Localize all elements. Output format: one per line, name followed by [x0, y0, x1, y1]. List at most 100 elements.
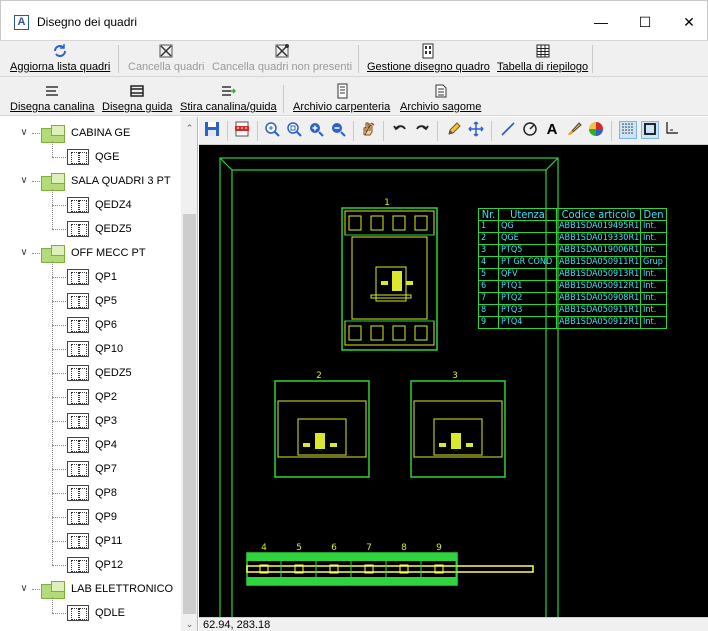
bom-table[interactable]: Nr. Utenza Codice articolo Den 1 QG ABB1SDA01…	[478, 208, 667, 329]
brush-icon[interactable]	[565, 121, 583, 139]
bom-cell: PTQ5	[498, 244, 557, 257]
tree-item-label: QP12	[95, 559, 124, 571]
bom-row[interactable]: 9 PTQ4 ABB1SDA050912R1 Int.	[478, 316, 667, 329]
tree-item-label: QP1	[95, 271, 118, 283]
bom-row[interactable]: 3 PTQ5 ABB1SDA019006R1 Int.	[478, 244, 667, 257]
pencil-icon[interactable]	[445, 121, 463, 139]
bom-cell: 8	[478, 304, 499, 317]
tree-item-panel[interactable]: QP1	[67, 267, 117, 287]
tree-expand-chevron[interactable]: ∨	[18, 127, 30, 139]
grid-toggle-icon[interactable]	[619, 121, 637, 139]
tree-item-panel[interactable]: QP4	[67, 435, 117, 455]
ortho-icon[interactable]	[663, 121, 681, 139]
tree-item-panel[interactable]: QDLE	[67, 603, 125, 623]
panel-icon	[67, 269, 89, 285]
archivio-carpenteria-button[interactable]: Archivio carpenteria	[293, 83, 390, 113]
cancella-quadri-button[interactable]: Cancella quadri	[128, 43, 204, 73]
din-rail[interactable]	[246, 552, 534, 586]
frame-toggle-icon[interactable]	[641, 121, 659, 139]
disegna-canalina-button[interactable]: Disegna canalina	[10, 83, 94, 113]
pdf-export-icon[interactable]	[233, 121, 251, 139]
tree-item-panel[interactable]: QP11	[67, 531, 122, 551]
tree-item-panel[interactable]: QP9	[67, 507, 117, 527]
disegna-guida-button[interactable]: Disegna guida	[102, 83, 172, 113]
scroll-thumb[interactable]	[183, 214, 196, 614]
rail-module-number: 8	[401, 543, 407, 553]
bom-header-cell: Codice articolo	[556, 208, 641, 221]
tree-expand-chevron[interactable]: ∨	[18, 175, 30, 187]
tree-group[interactable]: CABINA GE	[41, 123, 130, 143]
drawing-canvas[interactable]: 123 456789 Nr. Utenza Codice articolo Den 1…	[199, 145, 708, 617]
tree-expand-chevron[interactable]: ∨	[18, 247, 30, 259]
move-icon[interactable]	[467, 121, 485, 139]
breaker-1[interactable]	[341, 207, 438, 351]
zoom-window-icon[interactable]	[285, 121, 303, 139]
cabinet-icon	[422, 43, 434, 59]
pan-hand-icon[interactable]	[359, 121, 377, 139]
tree-group[interactable]: SALA QUADRI 3 PT	[41, 171, 171, 191]
aggiorna-lista-button[interactable]: Aggiorna lista quadri	[10, 43, 110, 73]
tree-item-label: QEDZ5	[95, 223, 132, 235]
bom-row[interactable]: 4 PT GR COND ABB1SDA050911R1 Grup	[478, 256, 667, 269]
bom-row[interactable]: 6 PTQ1 ABB1SDA050912R1 Int.	[478, 280, 667, 293]
tree-item-panel[interactable]: QEDZ4	[67, 195, 132, 215]
stira-canalina-button[interactable]: Stira canalina/guida	[180, 83, 277, 113]
bom-cell: ABB1SDA019330R1	[556, 232, 641, 245]
tree-item-panel[interactable]: QP5	[67, 291, 117, 311]
tree-expand-chevron[interactable]: ∨	[18, 583, 30, 595]
separator	[227, 121, 228, 141]
tree-item-panel[interactable]: QP7	[67, 459, 117, 479]
bom-cell: QGE	[498, 232, 557, 245]
maximize-button[interactable]: ☐	[623, 9, 667, 35]
breaker-2[interactable]	[274, 380, 370, 478]
zoom-in-icon[interactable]	[307, 121, 325, 139]
minimize-button[interactable]: —	[579, 9, 623, 35]
archivio-sagome-button[interactable]: Archivio sagome	[400, 83, 481, 113]
tree-item-panel[interactable]: QP2	[67, 387, 117, 407]
zoom-out-icon[interactable]	[329, 121, 347, 139]
tree-group-label: LAB ELETTRONICO	[71, 583, 174, 595]
text-icon[interactable]: A	[543, 121, 561, 139]
tree-item-panel[interactable]: QP3	[67, 411, 117, 431]
bom-cell: ABB1SDA050913R1	[556, 268, 641, 281]
tree-item-panel[interactable]: QP12	[67, 555, 123, 575]
close-button[interactable]: ✕	[667, 9, 708, 35]
tabella-riepilogo-button[interactable]: Tabella di riepilogo	[497, 43, 588, 73]
scroll-down-arrow[interactable]: ⌄	[181, 617, 197, 631]
tree-scrollbar[interactable]: ⌃ ⌄	[181, 117, 197, 631]
tree-item-panel[interactable]: QP10	[67, 339, 123, 359]
tree-item-panel[interactable]: QP6	[67, 315, 117, 335]
cancella-non-presenti-button[interactable]: Cancella quadri non presenti	[212, 43, 352, 73]
tree-item-panel[interactable]: QEDZ5	[67, 363, 132, 383]
bom-row[interactable]: 1 QG ABB1SDA019495R1 Int.	[478, 220, 667, 233]
save-icon[interactable]	[203, 121, 221, 139]
bom-row[interactable]: 5 QFV ABB1SDA050913R1 Int.	[478, 268, 667, 281]
dimension-icon[interactable]	[521, 121, 539, 139]
panel-icon	[67, 341, 89, 357]
tree-connector	[52, 205, 66, 206]
bom-row[interactable]: 8 PTQ3 ABB1SDA050911R1 Int.	[478, 304, 667, 317]
tree-item-panel[interactable]: QP8	[67, 483, 117, 503]
tree-group[interactable]: LAB ELETTRONICO	[41, 579, 173, 599]
scroll-up-arrow[interactable]: ⌃	[181, 121, 197, 135]
redo-icon[interactable]	[413, 121, 431, 139]
folder-icon	[41, 173, 65, 191]
panel-icon	[67, 437, 89, 453]
tree-connector	[52, 261, 53, 565]
color-picker-icon[interactable]	[587, 121, 605, 139]
bom-row[interactable]: 2 QGE ABB1SDA019330R1 Int.	[478, 232, 667, 245]
gestione-disegno-button[interactable]: Gestione disegno quadro	[367, 43, 490, 73]
tree-item-panel[interactable]: QEDZ5	[67, 219, 132, 239]
tree-group[interactable]: OFF MECC PT	[41, 243, 146, 263]
breaker-terminal	[370, 325, 384, 341]
zoom-extents-icon[interactable]	[263, 121, 281, 139]
bom-cell: QFV	[498, 268, 557, 281]
tree-connector	[52, 541, 66, 542]
line-icon[interactable]	[499, 121, 517, 139]
table-icon	[536, 44, 550, 58]
title-bar: A Disegno dei quadri — ☐ ✕	[0, 0, 708, 40]
bom-row[interactable]: 7 PTQ2 ABB1SDA050908R1 Int.	[478, 292, 667, 305]
tree-item-panel[interactable]: QGE	[67, 147, 119, 167]
undo-icon[interactable]	[391, 121, 409, 139]
breaker-3[interactable]	[410, 380, 506, 478]
